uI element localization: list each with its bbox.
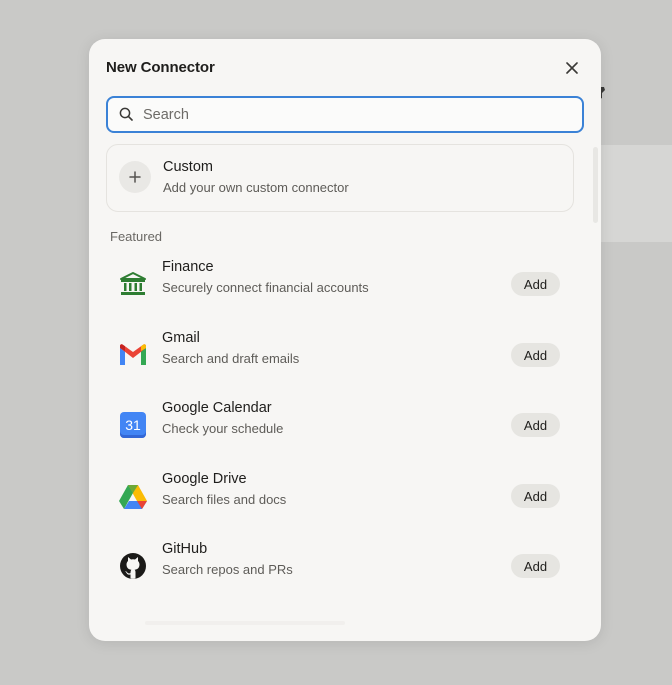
add-github-button[interactable]: Add [511, 554, 560, 578]
new-connector-dialog: New Connector Custom Add your own custom… [89, 39, 601, 641]
connector-description: Search repos and PRs [162, 562, 293, 577]
search-icon [119, 107, 133, 121]
dialog-title: New Connector [106, 59, 215, 76]
next-row-partial [145, 621, 345, 625]
scrollbar[interactable] [593, 147, 598, 223]
connector-description: Check your schedule [162, 421, 284, 436]
connector-row-google-drive: Google Drive Search files and docs Add [106, 467, 572, 523]
search-field[interactable] [106, 96, 584, 133]
connector-row-google-calendar: 31 Google Calendar Check your schedule A… [106, 396, 572, 452]
connector-name: Google Calendar [162, 400, 272, 416]
connector-description: Securely connect financial accounts [162, 280, 369, 295]
gmail-icon [118, 340, 148, 370]
google-drive-icon [118, 481, 148, 511]
search-input[interactable] [143, 98, 563, 131]
connector-description: Search files and docs [162, 492, 287, 507]
add-google-drive-button[interactable]: Add [511, 484, 560, 508]
connector-row-gmail: Gmail Search and draft emails Add [106, 326, 572, 382]
connector-name: GitHub [162, 541, 208, 557]
custom-connector-card[interactable]: Custom Add your own custom connector [106, 144, 574, 212]
github-icon [118, 551, 148, 581]
add-google-calendar-button[interactable]: Add [511, 413, 560, 437]
bank-icon [118, 269, 148, 299]
custom-connector-name: Custom [163, 159, 213, 175]
background-panel [590, 145, 672, 242]
connector-name: Finance [162, 259, 214, 275]
connector-row-github: GitHub Search repos and PRs Add [106, 537, 572, 593]
connector-name: Google Drive [162, 471, 247, 487]
close-button[interactable] [561, 59, 583, 77]
connector-description: Search and draft emails [162, 351, 300, 366]
connector-name: Gmail [162, 330, 200, 346]
custom-connector-description: Add your own custom connector [163, 180, 349, 195]
add-finance-button[interactable]: Add [511, 272, 560, 296]
close-icon [566, 62, 578, 74]
featured-section-label: Featured [110, 229, 163, 244]
add-gmail-button[interactable]: Add [511, 343, 560, 367]
google-calendar-icon: 31 [118, 410, 148, 440]
plus-icon [119, 161, 151, 193]
calendar-date-text: 31 [120, 412, 146, 438]
connector-row-finance: Finance Securely connect financial accou… [106, 255, 572, 311]
